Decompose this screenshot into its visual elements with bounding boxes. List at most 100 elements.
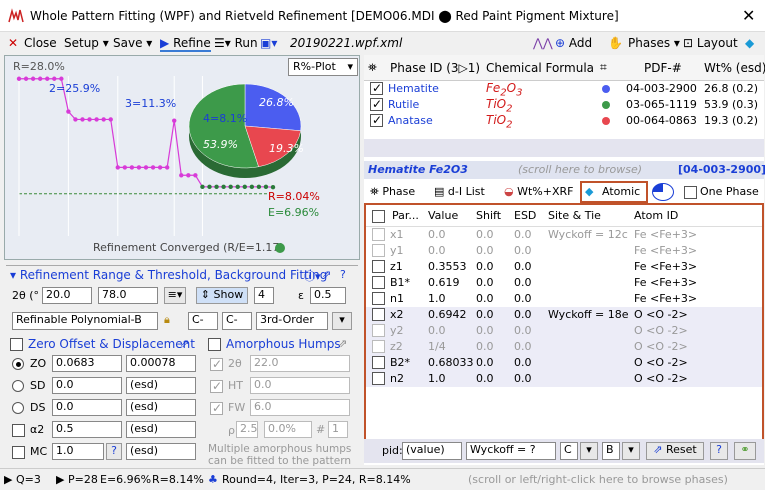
lock-icon[interactable]: 🔒︎ <box>164 313 170 327</box>
link-icon[interactable]: ⚭ <box>734 442 756 460</box>
add-button[interactable]: ⊕ Add <box>555 36 592 50</box>
fw-checkbox[interactable] <box>210 401 223 415</box>
atom-par: n1 <box>390 292 404 305</box>
c2-select[interactable]: C- <box>222 312 252 330</box>
phases-menu[interactable]: Phases ▾ <box>628 36 680 50</box>
help-icon[interactable]: ? <box>340 268 346 281</box>
mc-input[interactable]: 1.0 <box>52 443 104 460</box>
hand-icon[interactable]: ✋ <box>608 36 623 50</box>
phase-header-bar[interactable]: Hematite Fe2O3 (scroll here to browse) [… <box>364 161 765 179</box>
phase-icon: ⛯ <box>370 185 379 198</box>
ht-input[interactable]: 0.0 <box>250 377 350 394</box>
phase-row[interactable]: Rutile TiO2 03-065-1119 53.9 (0.3) <box>364 97 764 114</box>
tab-dlist[interactable]: ▤ d-I List <box>434 185 485 198</box>
export-icon[interactable]: ⇗ <box>338 337 347 350</box>
ht-checkbox[interactable] <box>210 379 223 393</box>
help-button[interactable]: ? <box>710 442 728 460</box>
tt-input[interactable]: 22.0 <box>250 355 350 372</box>
eps-input[interactable]: 0.5 <box>310 287 346 304</box>
one-phase-checkbox[interactable] <box>684 186 697 199</box>
ds-input[interactable]: 0.0 <box>52 399 122 416</box>
zo-input[interactable]: 0.0683 <box>52 355 122 372</box>
atom-checkbox[interactable] <box>372 276 385 289</box>
status-hint[interactable]: (scroll or left/right-click here to brow… <box>468 473 728 486</box>
layout-menu[interactable]: ⊡ Layout <box>683 36 738 50</box>
phase-checkbox[interactable] <box>370 113 383 127</box>
reset-button[interactable]: ⇗ Reset <box>646 442 704 460</box>
tt-checkbox[interactable] <box>210 357 223 371</box>
atom-row[interactable]: n1 1.0 0.0 0.0 Fe <Fe+3> <box>366 291 762 307</box>
atom-checkbox[interactable] <box>372 340 385 353</box>
atom-checkbox[interactable] <box>372 308 385 321</box>
bg-mode-select[interactable]: Refinable Polynomial-B <box>12 312 158 330</box>
rho-input[interactable]: 2.5 <box>236 421 258 438</box>
file-icon[interactable]: ▣▾ <box>260 36 277 50</box>
atom-row[interactable]: n2 1.0 0.0 0.0 O <O -2> <box>366 371 762 387</box>
atom-row[interactable]: B1* 0.619 0.0 0.0 Fe <Fe+3> <box>366 275 762 291</box>
list-menu-button[interactable]: ≡▾ <box>164 287 186 304</box>
close-window-button[interactable]: ✕ <box>742 6 755 25</box>
select-all-checkbox[interactable] <box>372 210 385 223</box>
atom-row[interactable]: x1 0.0 0.0 0.0 Wyckoff = 12c Fe <Fe+3> <box>366 227 762 243</box>
sd-radio[interactable] <box>12 380 24 392</box>
atom-row[interactable]: x2 0.6942 0.0 0.0 Wyckoff = 18e O <O -2> <box>366 307 762 323</box>
atom-checkbox[interactable] <box>372 260 385 273</box>
atom-checkbox[interactable] <box>372 324 385 337</box>
atom-checkbox[interactable] <box>372 356 385 369</box>
zo-radio[interactable] <box>12 358 24 370</box>
zero-checkbox[interactable] <box>10 338 23 351</box>
mc-help-button[interactable]: ? <box>106 443 122 460</box>
atom-checkbox[interactable] <box>372 292 385 305</box>
export-icon[interactable]: ⇗ <box>322 268 331 281</box>
order-select[interactable]: 3rd-Order <box>256 312 328 330</box>
save-menu[interactable]: Save ▾ <box>113 36 152 50</box>
sd-input[interactable]: 0.0 <box>52 377 122 394</box>
two-theta-to-input[interactable]: 78.0 <box>98 287 158 304</box>
a2-checkbox[interactable] <box>12 424 25 437</box>
c-menu-button[interactable]: ▾ <box>580 442 598 460</box>
atom-row[interactable]: z1 0.3553 0.0 0.0 Fe <Fe+3> <box>366 259 762 275</box>
phase-row[interactable]: Anatase TiO2 00-064-0863 19.3 (0.2) <box>364 113 764 130</box>
atom-row[interactable]: B2* 0.68033 0.0 0.0 O <O -2> <box>366 355 762 371</box>
ds-radio[interactable] <box>12 402 24 414</box>
c1-select[interactable]: C- <box>188 312 218 330</box>
mc-checkbox[interactable] <box>12 446 25 459</box>
two-theta-from-input[interactable]: 20.0 <box>42 287 92 304</box>
tab-phase[interactable]: ⛯ Phase <box>370 185 415 199</box>
fw-input[interactable]: 6.0 <box>250 399 350 416</box>
humps-checkbox[interactable] <box>208 338 221 351</box>
order-menu-button[interactable]: ▾ <box>332 312 352 330</box>
refine-button[interactable]: ▶ Refine <box>160 36 211 52</box>
hump-num-input[interactable]: 1 <box>328 421 348 438</box>
info-icon[interactable]: ⓘ▾ <box>304 268 321 284</box>
b-select[interactable]: B <box>602 442 620 460</box>
phase-checkbox[interactable] <box>370 97 383 111</box>
phase-checkbox[interactable] <box>370 81 383 95</box>
show-button[interactable]: ⇕ Show <box>196 287 248 304</box>
status-q-value: Q=3 <box>15 473 41 486</box>
phase-row[interactable]: Hematite Fe2O3 04-003-2900 26.8 (0.2) <box>364 81 764 98</box>
pattern-icon[interactable]: ⋀⋀ <box>533 36 553 50</box>
plot-mode-select[interactable]: R%-Plot ▾ <box>288 58 358 76</box>
a2-input[interactable]: 0.5 <box>52 421 122 438</box>
c-select[interactable]: C <box>560 442 578 460</box>
atom-checkbox[interactable] <box>372 244 385 257</box>
pid-input[interactable]: (value) <box>402 442 462 460</box>
setup-menu[interactable]: Setup ▾ <box>64 36 109 50</box>
atom-checkbox[interactable] <box>372 228 385 241</box>
b-menu-button[interactable]: ▾ <box>622 442 640 460</box>
atom-checkbox[interactable] <box>372 372 385 385</box>
export-icon[interactable]: ⇗ <box>180 337 189 350</box>
atom-row[interactable]: z2 1/4 0.0 0.0 O <O -2> <box>366 339 762 355</box>
tab-wtxrf[interactable]: ◒ Wt%+XRF <box>504 185 573 198</box>
diamond-icon[interactable]: ◆ <box>745 36 754 50</box>
pie-toggle-icon[interactable] <box>652 183 674 201</box>
atom-row[interactable]: y2 0.0 0.0 0.0 O <O -2> <box>366 323 762 339</box>
chevron-down-icon: ▾ <box>673 36 680 50</box>
run-button[interactable]: ☰▾ Run <box>214 36 258 50</box>
atom-row[interactable]: y1 0.0 0.0 0.0 Fe <Fe+3> <box>366 243 762 259</box>
n-input[interactable]: 4 <box>254 287 274 304</box>
tab-atomic[interactable]: ◆ Atomic <box>580 181 648 203</box>
wyckoff-input[interactable]: Wyckoff = ? <box>466 442 556 460</box>
close-button[interactable]: Close <box>24 36 57 50</box>
